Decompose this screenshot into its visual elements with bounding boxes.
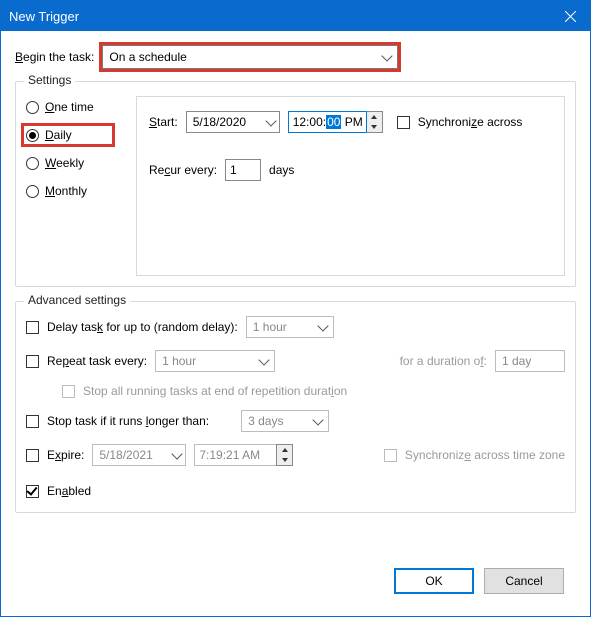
duration-dropdown[interactable]: 1 day bbox=[495, 350, 565, 372]
chevron-down-icon bbox=[317, 320, 328, 331]
cancel-button[interactable]: Cancel bbox=[484, 568, 564, 594]
radio-one-time[interactable]: One time bbox=[26, 100, 126, 114]
sync-tz-label: Synchronize across time zone bbox=[405, 448, 565, 462]
repeat-checkbox[interactable] bbox=[26, 355, 39, 368]
start-time-spinner[interactable] bbox=[366, 111, 383, 133]
advanced-legend: Advanced settings bbox=[24, 293, 130, 307]
sync-checkbox[interactable] bbox=[397, 116, 410, 129]
chevron-down-icon bbox=[258, 354, 269, 365]
start-date-value: 5/18/2020 bbox=[193, 115, 246, 129]
radio-weekly[interactable]: Weekly bbox=[26, 156, 126, 170]
close-icon bbox=[565, 11, 576, 22]
delay-checkbox[interactable] bbox=[26, 321, 39, 334]
stop-longer-checkbox[interactable] bbox=[26, 415, 39, 428]
recur-unit: days bbox=[269, 163, 294, 177]
expire-time-spinner[interactable] bbox=[276, 444, 293, 466]
settings-group: Settings One time Daily bbox=[15, 81, 576, 287]
expire-checkbox[interactable] bbox=[26, 449, 39, 462]
begin-task-dropdown[interactable]: On a schedule bbox=[102, 45, 398, 69]
ok-button[interactable]: OK bbox=[394, 568, 474, 594]
radio-daily[interactable]: Daily bbox=[26, 128, 98, 142]
delay-label[interactable]: Delay task for up to (random delay): bbox=[47, 320, 238, 334]
repeat-dropdown[interactable]: 1 hour bbox=[155, 350, 275, 372]
chevron-down-icon bbox=[382, 50, 393, 61]
begin-task-value: On a schedule bbox=[109, 50, 186, 64]
window-title: New Trigger bbox=[9, 9, 79, 24]
repeat-label[interactable]: Repeat task every: bbox=[47, 354, 147, 368]
chevron-down-icon bbox=[312, 414, 323, 425]
settings-legend: Settings bbox=[24, 73, 75, 87]
stop-repetition-label: Stop all running tasks at end of repetit… bbox=[83, 384, 347, 398]
radio-monthly[interactable]: Monthly bbox=[26, 184, 126, 198]
delay-dropdown[interactable]: 1 hour bbox=[246, 316, 334, 338]
start-label: Start: bbox=[149, 115, 178, 129]
recur-label: Recur every: bbox=[149, 163, 217, 177]
dialog-content: Begin the task: On a schedule Settings O… bbox=[1, 31, 590, 616]
chevron-down-icon bbox=[265, 115, 276, 126]
sync-tz-checkbox bbox=[384, 449, 397, 462]
expire-label[interactable]: Expire: bbox=[47, 448, 84, 462]
expire-date-picker[interactable]: 5/18/2021 bbox=[92, 444, 186, 466]
titlebar: New Trigger bbox=[1, 1, 590, 31]
enabled-label[interactable]: Enabled bbox=[47, 484, 91, 498]
begin-task-label: Begin the task: bbox=[15, 50, 94, 64]
stop-repetition-checkbox bbox=[62, 385, 75, 398]
frequency-radios: One time Daily Weekly Monthly bbox=[26, 96, 126, 276]
dialog-footer: OK Cancel bbox=[15, 556, 576, 606]
chevron-down-icon bbox=[172, 448, 183, 459]
enabled-checkbox[interactable] bbox=[26, 485, 39, 498]
recur-value-input[interactable]: 1 bbox=[225, 159, 261, 181]
stop-longer-dropdown[interactable]: 3 days bbox=[241, 410, 329, 432]
stop-longer-label[interactable]: Stop task if it runs longer than: bbox=[47, 414, 209, 428]
new-trigger-dialog: New Trigger Begin the task: On a schedul… bbox=[0, 0, 591, 617]
start-time-input[interactable]: 12:00:00 PM bbox=[288, 111, 366, 133]
advanced-settings-group: Advanced settings Delay task for up to (… bbox=[15, 301, 576, 513]
close-button[interactable] bbox=[550, 1, 590, 31]
sync-label: Synchronize across bbox=[418, 115, 523, 129]
expire-time-input[interactable]: 7:19:21 AM bbox=[194, 444, 276, 466]
schedule-detail-panel: Start: 5/18/2020 12:00:00 PM bbox=[136, 96, 565, 276]
duration-label: for a duration of: bbox=[400, 354, 487, 368]
start-date-picker[interactable]: 5/18/2020 bbox=[186, 111, 280, 133]
